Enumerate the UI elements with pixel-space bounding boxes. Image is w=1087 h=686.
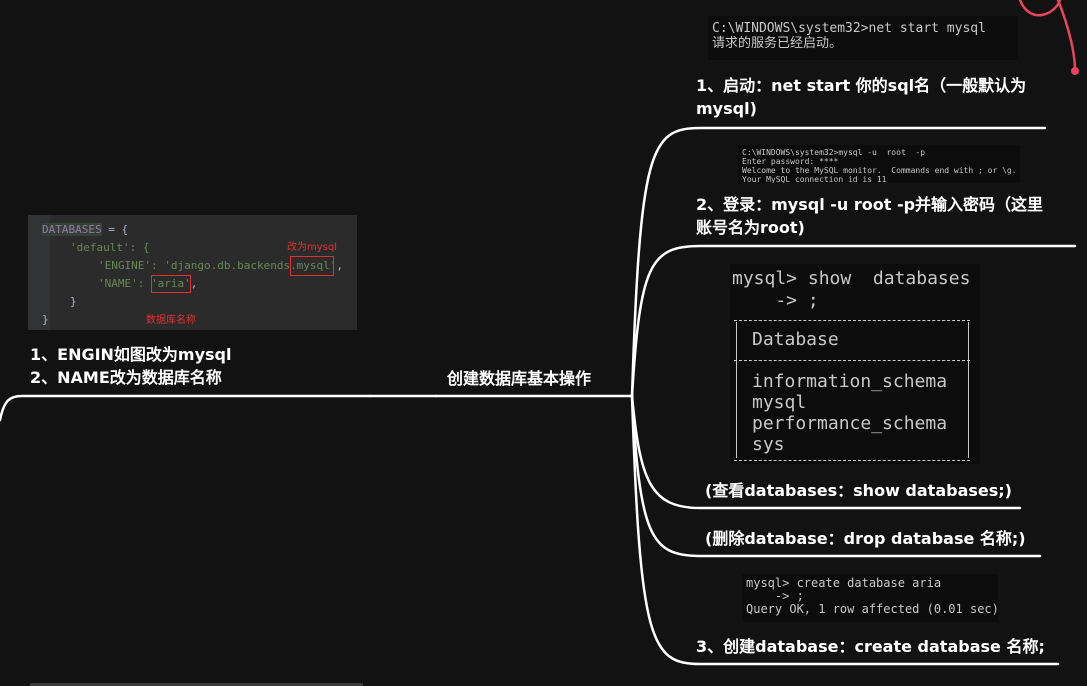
terminal-line: C:\WINDOWS\system32>net start mysql: [712, 21, 986, 36]
terminal-line: Enter password: ****: [742, 157, 839, 166]
table-border: [734, 320, 970, 321]
login-terminal-screenshot: C:\WINDOWS\system32>mysql -u root -p Ent…: [738, 145, 1020, 183]
engine-highlight-box: [290, 256, 334, 276]
create-terminal-screenshot: mysql> create database aria -> ; Query O…: [742, 574, 998, 622]
code-line-1: DATABASES = {: [42, 223, 128, 236]
name-annotation: 数据库名称: [146, 315, 196, 326]
show-branch-label: (查看databases：show databases;): [705, 481, 1012, 500]
drop-branch-label: (删除database：drop database 名称;): [705, 529, 1026, 548]
center-node-label: 创建数据库基本操作: [447, 369, 592, 388]
code-line-2: 'default': {: [70, 241, 150, 254]
table-border: [734, 460, 970, 461]
terminal-line: C:\WINDOWS\system32>mysql -u root -p: [742, 148, 926, 157]
terminal-line: 请求的服务已经启动。: [712, 36, 843, 51]
table-header: Database: [752, 329, 839, 350]
table-border: [736, 322, 737, 458]
code-token: 'ENGINE':: [98, 259, 165, 272]
code-line-6: }: [42, 313, 49, 326]
start-terminal-screenshot: C:\WINDOWS\system32>net start mysql 请求的服…: [708, 16, 1018, 60]
start-branch-label-line-1: 1、启动：net start 你的sql名（一般默认为: [696, 76, 1027, 95]
terminal-line: Query OK, 1 row affected (0.01 sec): [746, 602, 998, 616]
name-highlight-box: [151, 275, 191, 293]
code-token: ,: [336, 259, 344, 272]
table-row: mysql: [752, 392, 807, 413]
table-border: [734, 360, 970, 361]
connector-left-main: [0, 394, 372, 422]
code-line-5: }: [70, 295, 77, 308]
terminal-prompt-line: -> ;: [732, 290, 819, 311]
start-branch-label-line-2: mysql): [696, 99, 757, 118]
terminal-line: Your MySQL connection id is 11: [742, 175, 887, 183]
left-note-line-1: 1、ENGIN如图改为mysql: [30, 345, 232, 364]
code-token: = {: [101, 223, 129, 236]
table-row: performance_schema: [752, 413, 948, 434]
table-row: information_schema: [752, 371, 948, 392]
create-branch-label: 3、创建database：create database 名称;: [696, 637, 1045, 656]
left-note-line-2: 2、NAME改为数据库名称: [30, 368, 222, 387]
terminal-prompt-line: mysql> show databases: [732, 268, 971, 289]
table-row: sys: [752, 434, 785, 455]
table-border: [968, 322, 969, 458]
terminal-line: Welcome to the MySQL monitor. Commands e…: [742, 166, 1017, 175]
settings-code-screenshot: DATABASES = { 'default': { 'ENGINE': 'dj…: [28, 215, 357, 330]
code-token: DATABASES: [42, 223, 102, 236]
pink-dot-decoration: [1071, 67, 1079, 75]
engine-annotation: 改为mysql: [287, 242, 337, 253]
pink-cursor-decoration: [1018, 0, 1077, 72]
code-token: 'NAME':: [98, 277, 151, 290]
login-branch-label-line-1: 2、登录：mysql -u root -p并输入密码（这里: [696, 195, 1044, 214]
login-branch-label-line-2: 账号名为root): [696, 218, 805, 237]
code-token: ,: [190, 277, 198, 290]
show-databases-terminal-screenshot: mysql> show databases -> ; Database info…: [730, 264, 980, 464]
